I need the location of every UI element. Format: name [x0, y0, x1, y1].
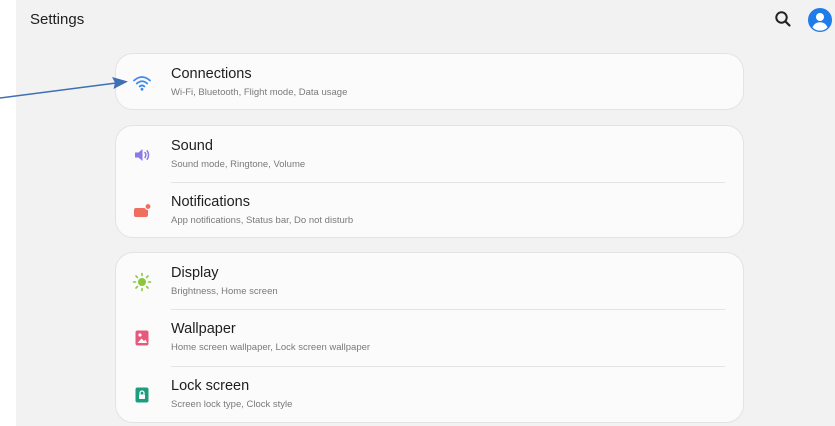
- settings-group-connectivity: Connections Wi-Fi, Bluetooth, Flight mod…: [115, 53, 744, 110]
- settings-item-lock-screen[interactable]: Lock screen Screen lock type, Clock styl…: [116, 366, 743, 423]
- settings-item-notifications[interactable]: Notifications App notifications, Status …: [116, 182, 743, 239]
- wallpaper-icon: [132, 328, 152, 348]
- lock-icon: [132, 385, 152, 405]
- settings-item-label: Wallpaper: [171, 321, 236, 337]
- settings-item-label: Lock screen: [171, 378, 250, 394]
- sun-icon: [132, 272, 152, 292]
- settings-item-label: Display: [171, 265, 219, 281]
- settings-item-subtitle: App notifications, Status bar, Do not di…: [171, 215, 354, 226]
- settings-item-subtitle: Screen lock type, Clock style: [171, 399, 293, 410]
- account-icon: [808, 8, 832, 32]
- notification-icon: [132, 201, 152, 221]
- account-button[interactable]: [808, 8, 832, 32]
- page-title: Settings: [30, 11, 85, 28]
- settings-group-sound: Sound Sound mode, Ringtone, Volume Notif…: [115, 125, 744, 238]
- search-button[interactable]: [773, 9, 793, 29]
- settings-item-sound[interactable]: Sound Sound mode, Ringtone, Volume: [116, 126, 743, 183]
- settings-item-subtitle: Sound mode, Ringtone, Volume: [171, 159, 306, 170]
- settings-item-wallpaper[interactable]: Wallpaper Home screen wallpaper, Lock sc…: [116, 309, 743, 366]
- settings-item-label: Notifications: [171, 194, 250, 210]
- settings-item-subtitle: Brightness, Home screen: [171, 286, 278, 297]
- settings-item-label: Connections: [171, 66, 252, 82]
- settings-item-subtitle: Wi-Fi, Bluetooth, Flight mode, Data usag…: [171, 87, 348, 98]
- settings-item-subtitle: Home screen wallpaper, Lock screen wallp…: [171, 342, 371, 353]
- settings-item-label: Sound: [171, 138, 213, 154]
- speaker-icon: [132, 145, 152, 165]
- settings-item-display[interactable]: Display Brightness, Home screen: [116, 253, 743, 310]
- settings-screen: Settings Connections Wi-Fi, Bluetooth, F…: [16, 0, 835, 426]
- settings-item-connections[interactable]: Connections Wi-Fi, Bluetooth, Flight mod…: [116, 54, 743, 111]
- settings-group-display: Display Brightness, Home screen Wallpape…: [115, 252, 744, 423]
- search-icon: [775, 11, 791, 27]
- wifi-icon: [132, 73, 152, 93]
